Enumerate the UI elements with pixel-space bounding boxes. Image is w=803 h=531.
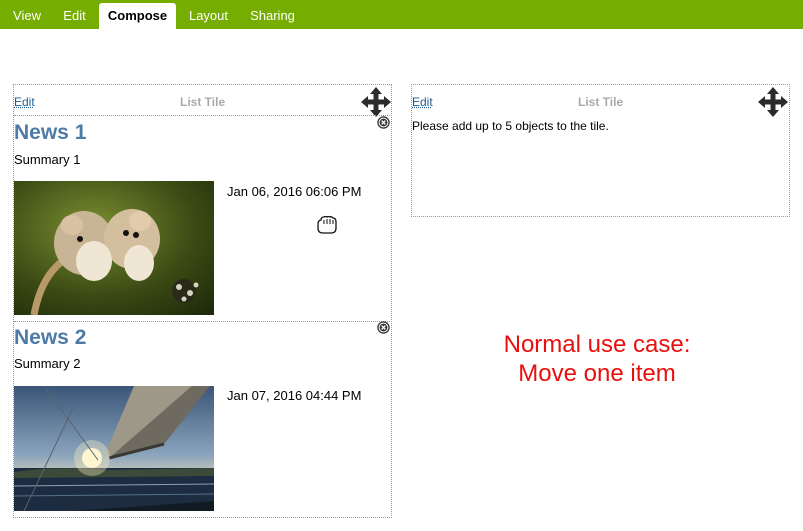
item-title[interactable]: News 2 <box>14 326 86 350</box>
tile-title: List Tile <box>578 95 624 109</box>
tab-layout[interactable]: Layout <box>179 3 238 29</box>
annotation-line-2: Move one item <box>518 360 676 387</box>
list-tile-right: Edit List Tile Please add up to 5 object… <box>411 84 790 217</box>
empty-tile-message: Please add up to 5 objects to the tile. <box>412 119 609 133</box>
tile-edit-link[interactable]: Edit <box>412 95 433 109</box>
move-arrows-icon[interactable] <box>360 86 392 118</box>
tab-compose[interactable]: Compose <box>99 3 176 29</box>
remove-circle-icon[interactable] <box>377 116 390 129</box>
tile-edit-link[interactable]: Edit <box>14 95 35 109</box>
two-mice-photo <box>14 181 214 315</box>
item-title[interactable]: News 1 <box>14 121 86 145</box>
item-date: Jan 07, 2016 04:44 PM <box>227 388 362 403</box>
tile-title: List Tile <box>180 95 226 109</box>
sailboat-sunset-photo <box>14 386 214 511</box>
list-item[interactable]: News 2 Summary 2 Jan 07, 2016 04:44 PM <box>14 321 390 517</box>
item-summary: Summary 2 <box>14 356 81 371</box>
list-tile-left: Edit List Tile News 1 Summary 1 Jan 06, … <box>13 84 392 518</box>
tab-edit[interactable]: Edit <box>52 3 97 29</box>
tab-bar: View Edit Compose Layout Sharing <box>0 0 803 29</box>
item-date: Jan 06, 2016 06:06 PM <box>227 184 362 199</box>
remove-circle-icon[interactable] <box>377 321 390 334</box>
grab-hand-icon <box>317 215 337 234</box>
move-arrows-icon[interactable] <box>757 86 789 118</box>
tab-sharing[interactable]: Sharing <box>241 3 304 29</box>
annotation-line-1: Normal use case: <box>503 331 691 358</box>
tab-view[interactable]: View <box>4 3 50 29</box>
item-summary: Summary 1 <box>14 152 81 167</box>
